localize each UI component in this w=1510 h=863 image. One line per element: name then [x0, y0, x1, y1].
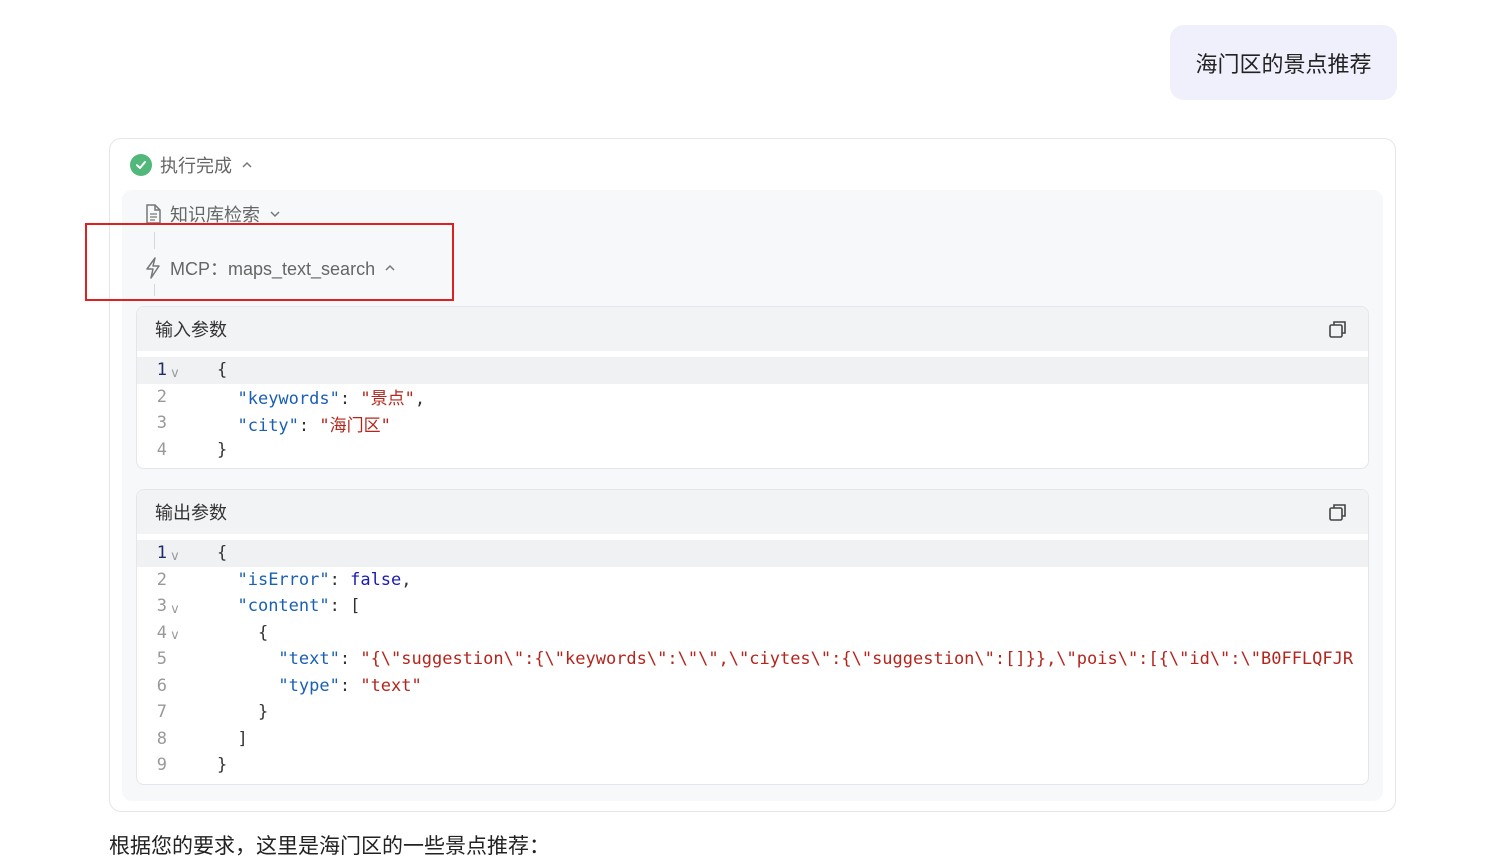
fold-chevron-icon[interactable]: v — [167, 596, 187, 617]
code-line: 1 v { — [137, 357, 1368, 384]
fold-chevron-icon[interactable]: v — [167, 360, 187, 381]
line-number: 7 — [156, 702, 167, 723]
lightning-icon — [146, 257, 160, 279]
output-params-title: 输出参数 — [155, 503, 227, 523]
chevron-up-icon — [242, 161, 252, 168]
copy-icon[interactable] — [1328, 319, 1348, 339]
fold-chevron-icon — [167, 656, 187, 662]
line-number: 3 — [156, 413, 167, 434]
fold-chevron-icon — [167, 683, 187, 689]
fold-chevron-icon — [167, 577, 187, 583]
code-line: 4} — [137, 437, 1368, 464]
code-text: "text": "{\"suggestion\":{\"keywords\":\… — [278, 649, 1354, 670]
chevron-down-icon — [270, 211, 280, 218]
line-number: 5 — [156, 649, 167, 670]
line-number: 1 — [156, 360, 167, 381]
fold-chevron-icon — [167, 394, 187, 400]
step-mcp-tool[interactable]: MCP：maps_text_search — [144, 255, 397, 281]
chevron-up-icon — [385, 264, 395, 271]
document-icon — [146, 204, 161, 224]
line-number: 9 — [156, 755, 167, 776]
user-message-bubble: 海门区的景点推荐 — [1170, 25, 1397, 100]
execution-status-label: 执行完成 — [160, 156, 232, 176]
step-knowledge-label: 知识库检索 — [170, 205, 260, 225]
copy-icon[interactable] — [1328, 502, 1348, 522]
code-text: "keywords": "景点", — [237, 389, 426, 410]
input-params-panel: 输入参数 1 v{2 "keywords": "景点", 3 "city": "海门… — [136, 306, 1369, 469]
line-number: 3 — [156, 596, 167, 617]
code-text: } — [217, 439, 228, 460]
code-line: 5 "text": "{\"suggestion\":{\"keywords\"… — [137, 646, 1368, 673]
fold-chevron-icon — [167, 447, 187, 453]
output-params-header: 输出参数 — [137, 490, 1368, 534]
input-params-title: 输入参数 — [155, 320, 227, 340]
input-params-header: 输入参数 — [137, 307, 1368, 351]
code-line: 9} — [137, 752, 1368, 779]
steps-panel: 知识库检索 MCP：maps_text_search 输入参数 1 v{2 "ke… — [122, 190, 1383, 801]
line-number: 2 — [156, 386, 167, 407]
code-line: 1 v { — [137, 540, 1368, 567]
line-number: 2 — [156, 569, 167, 590]
code-text: { — [217, 622, 269, 643]
execution-card: 执行完成 知识库检索 MCP：maps_text_search 输入参数 1 v… — [109, 138, 1396, 812]
step-knowledge-search[interactable]: 知识库检索 — [144, 201, 282, 227]
code-line: 6 "type": "text" — [137, 673, 1368, 700]
code-text: { — [217, 543, 228, 564]
code-line: 3v "content": [ — [137, 593, 1368, 620]
step-mcp-label: MCP：maps_text_search — [170, 259, 376, 279]
code-text: ] — [217, 728, 248, 749]
code-text: "type": "text" — [278, 675, 422, 696]
line-number: 4 — [156, 622, 167, 643]
timeline-connector — [154, 284, 155, 296]
code-line: 8 ] — [137, 726, 1368, 753]
user-message-text: 海门区的景点推荐 — [1195, 51, 1372, 77]
output-code-editor[interactable]: 1 v{2 "isError": false, 3 v "content": [4 v … — [137, 534, 1368, 779]
code-text: } — [217, 755, 228, 776]
input-code-editor[interactable]: 1 v{2 "keywords": "景点", 3 "city": "海门区" 4} — [137, 351, 1368, 463]
code-text: { — [217, 360, 228, 381]
fold-chevron-icon — [167, 420, 187, 426]
line-number: 4 — [156, 439, 167, 460]
fold-chevron-icon — [167, 736, 187, 742]
answer-text: 根据您的要求，这里是海门区的一些景点推荐： — [109, 835, 550, 858]
code-line: 2 "keywords": "景点", — [137, 384, 1368, 411]
code-line: 3 "city": "海门区" — [137, 410, 1368, 437]
code-line: 2 "isError": false, — [137, 567, 1368, 594]
line-number: 6 — [156, 675, 167, 696]
code-text: "isError": false, — [237, 569, 412, 590]
output-params-panel: 输出参数 1 v{2 "isError": false, 3 v "content":… — [136, 489, 1369, 785]
code-line: 4v { — [137, 620, 1368, 647]
code-text: "city": "海门区" — [237, 415, 391, 436]
execution-status-toggle[interactable]: 执行完成 — [130, 153, 254, 177]
fold-chevron-icon — [167, 709, 187, 715]
check-circle-icon — [130, 154, 152, 176]
timeline-connector — [154, 232, 155, 249]
line-number: 1 — [156, 543, 167, 564]
fold-chevron-icon — [167, 762, 187, 768]
line-number: 8 — [156, 728, 167, 749]
fold-chevron-icon[interactable]: v — [167, 622, 187, 643]
code-text: "content": [ — [237, 596, 361, 617]
code-line: 7 } — [137, 699, 1368, 726]
fold-chevron-icon[interactable]: v — [167, 543, 187, 564]
code-text: } — [217, 702, 269, 723]
